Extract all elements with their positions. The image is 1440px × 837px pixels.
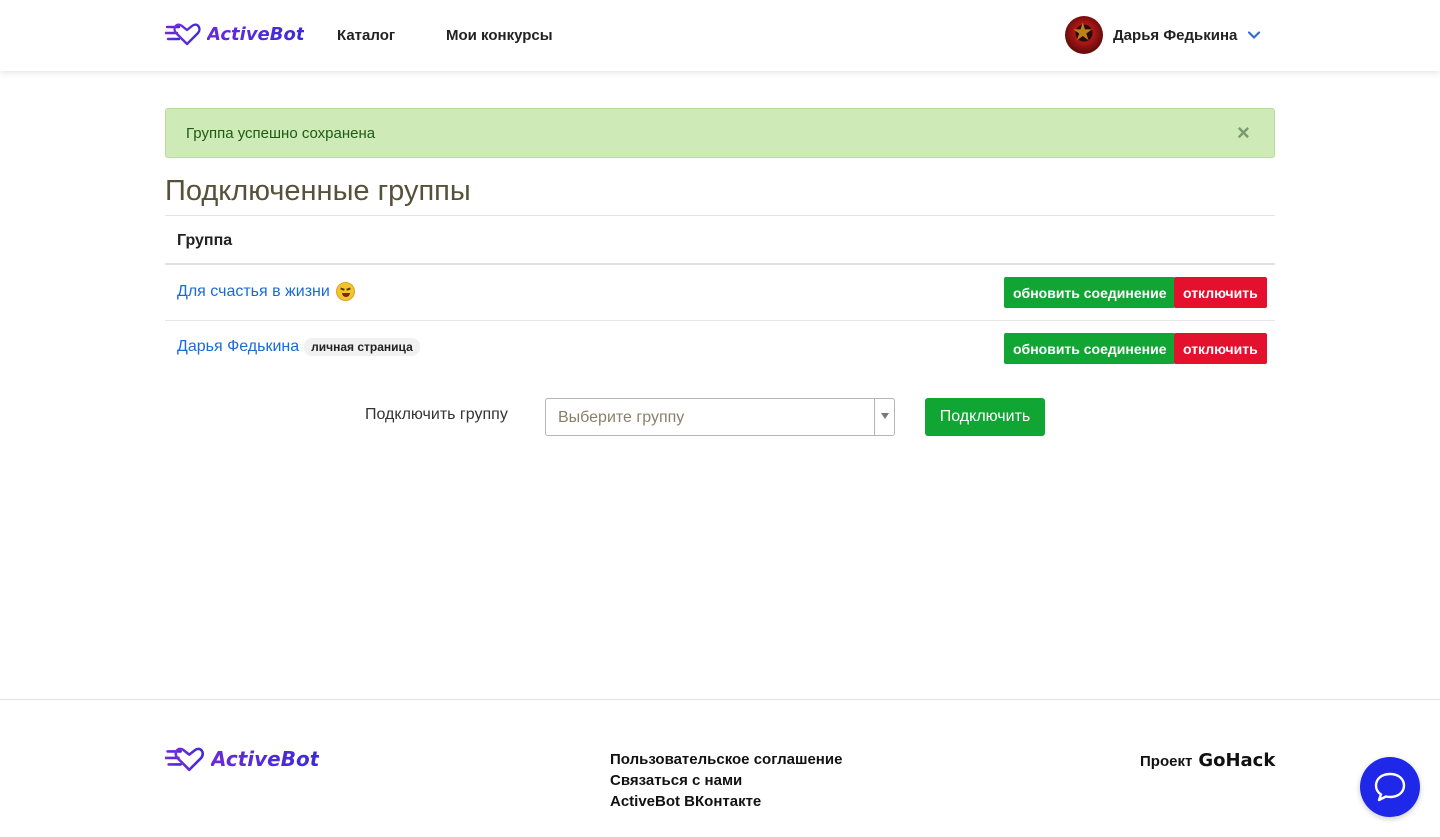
group-name: Дарья Федькина [177, 338, 300, 355]
disconnect-button[interactable]: отключить [1174, 277, 1267, 308]
footer-link-vk[interactable]: ActiveBot ВКонтакте [610, 791, 842, 812]
user-menu[interactable]: Дарья Федькина [1065, 16, 1261, 54]
footer-logo[interactable]: ActiveBot [165, 746, 319, 772]
gohack-logo[interactable]: GoHack [1198, 750, 1275, 771]
footer-links: Пользовательское соглашение Связаться с … [610, 749, 842, 812]
nav-catalog[interactable]: Каталог [337, 27, 395, 44]
personal-page-badge: личная страница [304, 338, 420, 356]
group-link[interactable]: Для счастья в жизни [177, 282, 355, 301]
column-header-group: Группа [177, 232, 233, 249]
success-alert: Группа успешно сохранена × [165, 108, 1275, 158]
logo-text: ActiveBot [211, 747, 320, 771]
user-name: Дарья Федькина [1113, 26, 1238, 44]
group-link[interactable]: Дарья Федькина личная страница [177, 338, 420, 356]
page-title: Подключенные группы [165, 175, 471, 207]
footer-link-contact[interactable]: Связаться с нами [610, 770, 842, 791]
table-row: Для счастья в жизни обновить соединение … [165, 265, 1275, 321]
chat-widget-button[interactable] [1360, 757, 1420, 817]
logo-heart-icon [165, 23, 201, 46]
close-icon[interactable]: × [1237, 122, 1250, 144]
group-name: Для счастья в жизни [177, 282, 330, 300]
header-logo[interactable]: ActiveBot [165, 22, 304, 46]
top-header: ActiveBot Каталог Мои конкурсы Дарья Фед… [0, 0, 1440, 71]
logo-heart-icon [165, 747, 205, 772]
select-divider [874, 399, 875, 435]
laughing-emoji-icon [335, 282, 355, 301]
footer-link-user-agreement[interactable]: Пользовательское соглашение [610, 749, 842, 770]
project-label: Проект [1140, 753, 1193, 770]
select-arrow-icon [881, 413, 889, 419]
alert-message: Группа успешно сохранена [186, 125, 376, 142]
disconnect-button[interactable]: отключить [1174, 333, 1267, 364]
nav-my-contests[interactable]: Мои конкурсы [446, 27, 553, 44]
project-credit: Проект GoHack [1140, 750, 1275, 771]
refresh-connection-button[interactable]: обновить соединение [1004, 277, 1176, 308]
chat-bubble-icon [1374, 772, 1406, 802]
connect-group-label: Подключить группу [365, 406, 508, 423]
avatar [1065, 16, 1103, 54]
connect-button[interactable]: Подключить [925, 398, 1045, 436]
table-header: Группа [165, 215, 1275, 265]
chevron-down-icon [1248, 31, 1261, 40]
table-row: Дарья Федькина личная страница обновить … [165, 321, 1275, 377]
footer-divider [0, 699, 1440, 700]
group-select[interactable]: Выберите группу [545, 398, 895, 436]
groups-table: Группа Для счастья в жизни обновить соед… [165, 215, 1275, 377]
refresh-connection-button[interactable]: обновить соединение [1004, 333, 1176, 364]
logo-text: ActiveBot [207, 23, 305, 45]
select-placeholder: Выберите группу [558, 409, 685, 426]
